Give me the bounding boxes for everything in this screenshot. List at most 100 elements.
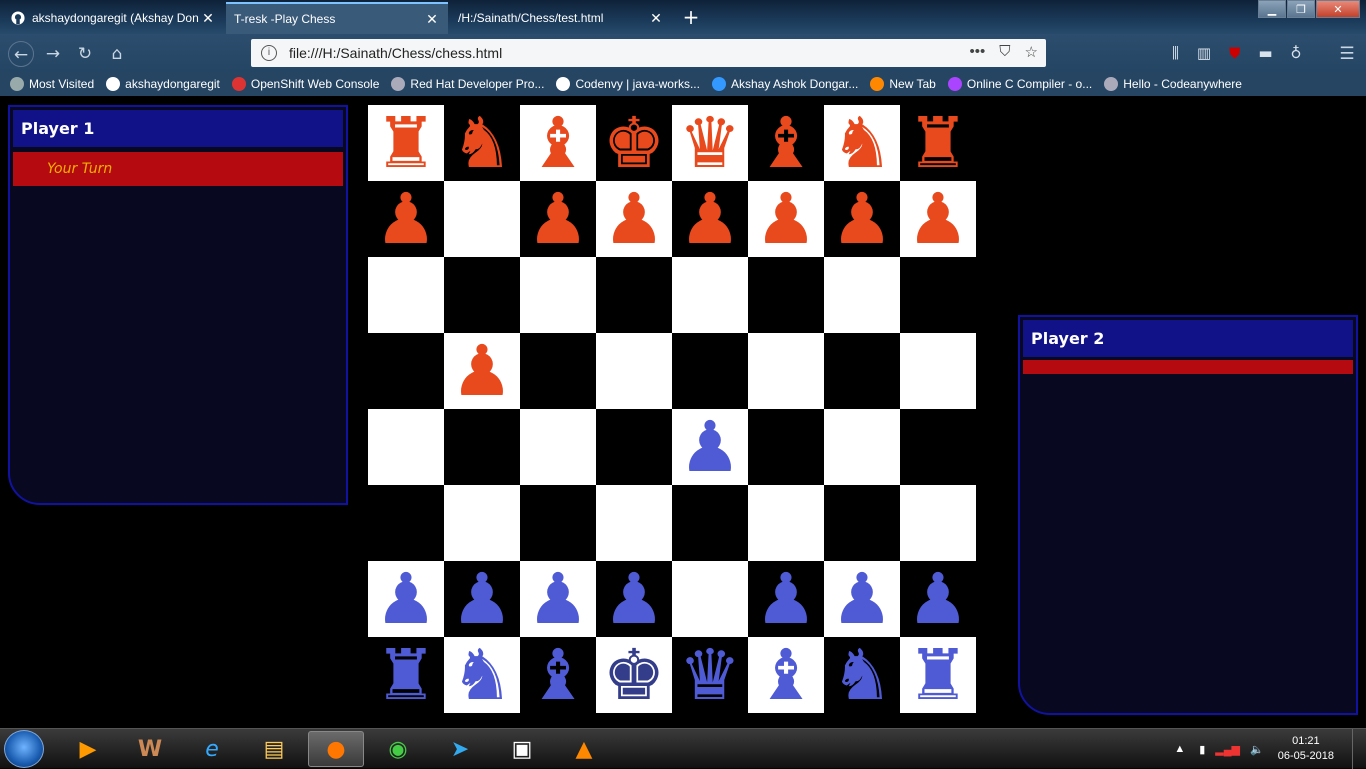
board-square[interactable] [900, 409, 976, 485]
ublock-icon[interactable]: ⛊ [1229, 44, 1240, 62]
board-square[interactable]: ♞ [824, 637, 900, 713]
board-square[interactable] [596, 257, 672, 333]
clock[interactable]: 01:21 06-05-2018 [1278, 734, 1334, 764]
bottom-bishop-piece[interactable]: ♝ [527, 637, 590, 713]
board-square[interactable] [900, 485, 976, 561]
board-square[interactable] [824, 257, 900, 333]
maximize-button[interactable]: ❐ [1287, 0, 1315, 18]
power-icon[interactable]: ▮ [1199, 743, 1205, 756]
top-pawn-piece[interactable]: ♟ [907, 181, 970, 257]
board-square[interactable]: ♟ [368, 561, 444, 637]
info-icon[interactable]: i [261, 45, 277, 61]
board-square[interactable]: ♞ [824, 105, 900, 181]
board-square[interactable] [748, 485, 824, 561]
board-square[interactable]: ♚ [596, 105, 672, 181]
top-pawn-piece[interactable]: ♟ [451, 333, 514, 409]
board-square[interactable]: ♟ [748, 181, 824, 257]
tab-play-chess[interactable]: T-resk -Play Chess ✕ [226, 2, 448, 34]
board-square[interactable] [444, 485, 520, 561]
home-button[interactable]: ⌂ [104, 41, 130, 67]
bookmark-item[interactable]: Online C Compiler - o... [947, 77, 1092, 91]
board-square[interactable] [368, 333, 444, 409]
vlc-icon[interactable]: ▲ [556, 731, 612, 767]
top-rook-piece[interactable]: ♜ [375, 105, 438, 181]
forward-button[interactable]: → [40, 41, 66, 67]
menu-icon[interactable]: ☰ [1334, 41, 1360, 67]
firefox-icon[interactable]: ● [308, 731, 364, 767]
board-square[interactable]: ♝ [520, 637, 596, 713]
network-icon[interactable]: ▂▄▆ [1215, 743, 1240, 756]
board-square[interactable] [368, 257, 444, 333]
reload-button[interactable]: ↻ [72, 41, 98, 67]
board-square[interactable]: ♟ [596, 561, 672, 637]
tab-test-html[interactable]: /H:/Sainath/Chess/test.html ✕ [450, 2, 672, 34]
bookmark-star-icon[interactable]: ☆ [1025, 43, 1038, 61]
board-square[interactable] [748, 257, 824, 333]
board-square[interactable] [520, 333, 596, 409]
board-square[interactable]: ♜ [900, 637, 976, 713]
board-square[interactable] [520, 257, 596, 333]
minimize-button[interactable]: ▁ [1258, 0, 1286, 18]
telegram-icon[interactable]: ➤ [432, 731, 488, 767]
board-square[interactable]: ♟ [520, 561, 596, 637]
top-king-piece[interactable]: ♚ [603, 105, 666, 181]
board-square[interactable]: ♛ [672, 637, 748, 713]
bookmark-item[interactable]: akshaydongaregit [106, 77, 220, 91]
board-square[interactable]: ♟ [672, 409, 748, 485]
bottom-pawn-piece[interactable]: ♟ [679, 409, 742, 485]
bottom-knight-piece[interactable]: ♞ [831, 637, 894, 713]
bookmark-item[interactable]: Red Hat Developer Pro... [391, 77, 544, 91]
top-pawn-piece[interactable]: ♟ [527, 181, 590, 257]
board-square[interactable]: ♜ [368, 105, 444, 181]
top-pawn-piece[interactable]: ♟ [679, 181, 742, 257]
board-square[interactable] [824, 409, 900, 485]
bottom-bishop-piece[interactable]: ♝ [755, 637, 818, 713]
bottom-pawn-piece[interactable]: ♟ [831, 561, 894, 637]
board-square[interactable]: ♜ [900, 105, 976, 181]
board-square[interactable]: ♟ [520, 181, 596, 257]
board-square[interactable] [672, 333, 748, 409]
close-icon[interactable]: ✕ [648, 10, 664, 27]
bottom-pawn-piece[interactable]: ♟ [375, 561, 438, 637]
board-square[interactable]: ♟ [900, 181, 976, 257]
address-bar[interactable]: i file:///H:/Sainath/Chess/chess.html ••… [251, 39, 1046, 67]
start-button[interactable] [4, 730, 44, 768]
top-bishop-piece[interactable]: ♝ [755, 105, 818, 181]
volume-icon[interactable]: 🔈 [1250, 743, 1264, 756]
top-pawn-piece[interactable]: ♟ [831, 181, 894, 257]
top-queen-piece[interactable]: ♛ [679, 105, 742, 181]
board-square[interactable] [444, 409, 520, 485]
board-square[interactable] [748, 409, 824, 485]
bottom-rook-piece[interactable]: ♜ [907, 637, 970, 713]
board-square[interactable] [672, 561, 748, 637]
show-desktop-button[interactable] [1352, 729, 1362, 769]
extension-icon[interactable]: ▬ [1258, 44, 1272, 62]
board-square[interactable]: ♛ [672, 105, 748, 181]
bookmark-item[interactable]: Hello - Codeanywhere [1104, 77, 1242, 91]
board-square[interactable]: ♝ [748, 637, 824, 713]
board-square[interactable] [596, 333, 672, 409]
bottom-knight-piece[interactable]: ♞ [451, 637, 514, 713]
close-window-button[interactable]: ✕ [1316, 0, 1360, 18]
close-icon[interactable]: ✕ [200, 10, 216, 27]
board-square[interactable]: ♟ [444, 333, 520, 409]
top-pawn-piece[interactable]: ♟ [755, 181, 818, 257]
board-square[interactable] [824, 485, 900, 561]
tab-github[interactable]: akshaydongaregit (Akshay Don ✕ [2, 2, 224, 34]
top-bishop-piece[interactable]: ♝ [527, 105, 590, 181]
board-square[interactable] [520, 409, 596, 485]
top-pawn-piece[interactable]: ♟ [375, 181, 438, 257]
bookmark-item[interactable]: New Tab [870, 77, 936, 91]
board-square[interactable]: ♟ [368, 181, 444, 257]
lightbulb-icon[interactable]: ♁ [1291, 44, 1302, 62]
bookmark-item[interactable]: Codenvy | java-works... [556, 77, 700, 91]
board-square[interactable]: ♝ [520, 105, 596, 181]
bookmark-item[interactable]: Akshay Ashok Dongar... [711, 77, 858, 91]
board-square[interactable] [596, 409, 672, 485]
board-square[interactable]: ♜ [368, 637, 444, 713]
board-square[interactable]: ♟ [596, 181, 672, 257]
board-square[interactable] [824, 333, 900, 409]
app-icon[interactable]: ▣ [494, 731, 550, 767]
word-icon[interactable]: W [122, 731, 178, 767]
bookmark-item[interactable]: Most Visited [10, 77, 94, 91]
